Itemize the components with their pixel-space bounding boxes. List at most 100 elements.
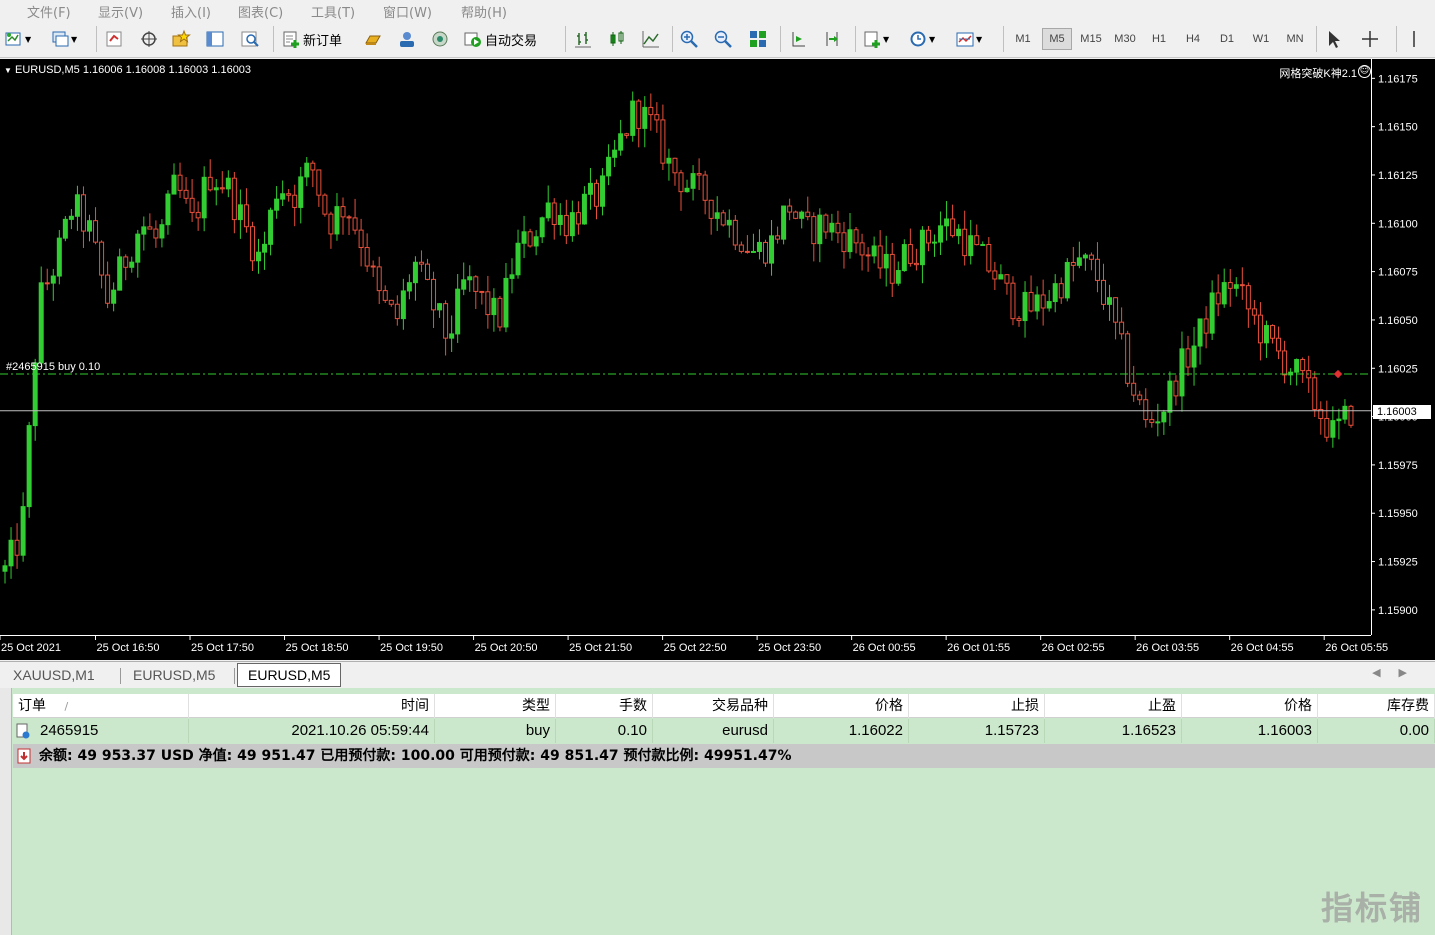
zoom-out-button[interactable] <box>713 27 733 51</box>
templates-button[interactable]: ▼ <box>955 27 982 51</box>
candlestick-button[interactable] <box>607 27 627 51</box>
column-time[interactable]: 时间 <box>189 694 435 718</box>
crosshair-button[interactable] <box>1360 27 1380 51</box>
timeframe-d1[interactable]: D1 <box>1212 28 1242 50</box>
column-open-price[interactable]: 价格 <box>774 694 909 718</box>
chart-area[interactable]: 1.16175 1.16150 1.16125 1.16100 1.16075 1.160… <box>0 59 1435 660</box>
column-lots[interactable]: 手数 <box>556 694 653 718</box>
order-line-label[interactable]: #2465915 buy 0.10 <box>6 361 100 373</box>
chart-menu-triangle-icon[interactable]: ▼ <box>4 66 12 75</box>
tile-windows-button[interactable] <box>748 27 768 51</box>
cell-stop-loss[interactable]: 1.15723 <box>909 719 1045 743</box>
tab-scroll-arrows[interactable]: ◀▶ <box>1372 666 1425 679</box>
terminal-button[interactable] <box>205 27 225 51</box>
column-order[interactable]: 订单 / <box>13 694 189 718</box>
timeframe-m1[interactable]: M1 <box>1008 28 1038 50</box>
column-current-price[interactable]: 价格 <box>1182 694 1318 718</box>
indicators-button[interactable]: ▼ <box>862 27 889 51</box>
balance-summary-row: 余额: 49 953.37 USD 净值: 49 951.47 已用预付款: 1… <box>13 744 1435 768</box>
chart-title: ▼ EURUSD,M5 1.16006 1.16008 1.16003 1.16… <box>4 64 251 76</box>
timeframe-w1[interactable]: W1 <box>1246 28 1276 50</box>
timeframe-m5[interactable]: M5 <box>1042 28 1072 50</box>
candle-body <box>606 156 612 177</box>
tab-xauusd-m1[interactable]: XAUUSD,M1 <box>3 665 105 687</box>
menu-file[interactable]: 文件(F) <box>27 2 71 21</box>
price-tick-label: 1.16025 <box>1378 363 1418 375</box>
candle-body <box>1034 294 1040 312</box>
candle-body <box>340 206 346 218</box>
timeframe-m30[interactable]: M30 <box>1110 28 1140 50</box>
candle-body <box>256 251 261 262</box>
cell-lots: 0.10 <box>556 719 653 743</box>
candle-body <box>660 119 666 164</box>
chart-shift-button[interactable] <box>822 27 842 51</box>
orders-table-header: 订单 / 时间 类型 手数 交易品种 价格 止损 止盈 价格 库存费 <box>13 694 1435 718</box>
timeframe-h1[interactable]: H1 <box>1144 28 1174 50</box>
column-type[interactable]: 类型 <box>435 694 556 718</box>
price-tick-label: 1.15975 <box>1378 460 1418 472</box>
timeframe-mn[interactable]: MN <box>1280 28 1310 50</box>
market-watch-button[interactable] <box>104 27 124 51</box>
candle-body <box>895 270 901 284</box>
tab-eurusd-m5-1[interactable]: EURUSD,M5 <box>123 665 225 687</box>
zoom-in-button[interactable] <box>679 27 699 51</box>
price-tick-label: 1.16150 <box>1378 122 1418 134</box>
periods-button[interactable]: ▼ <box>908 27 935 51</box>
candle-body <box>539 217 545 238</box>
auto-scroll-button[interactable] <box>788 27 808 51</box>
profiles-button[interactable]: ▼ <box>50 27 77 51</box>
strategy-tester-button[interactable] <box>240 27 260 51</box>
column-symbol[interactable]: 交易品种 <box>653 694 774 718</box>
menu-help[interactable]: 帮助(H) <box>461 2 507 21</box>
table-row[interactable]: 2465915 2021.10.26 05:59:44 buy 0.10 eur… <box>13 719 1435 743</box>
candle-body <box>1052 283 1058 303</box>
price-chart[interactable]: 1.16175 1.16150 1.16125 1.16100 1.16075 1.160… <box>0 59 1435 660</box>
menu-view[interactable]: 显示(V) <box>98 2 143 21</box>
vertical-line-button[interactable] <box>1404 27 1424 51</box>
candle-body <box>1076 257 1082 266</box>
candle-body <box>998 274 1004 280</box>
new-chart-button[interactable]: ▼ <box>4 27 31 51</box>
cursor-button[interactable] <box>1324 27 1344 51</box>
column-stop-loss[interactable]: 止损 <box>909 694 1045 718</box>
new-order-button[interactable]: 新订单 <box>281 27 342 51</box>
candle-body <box>87 220 92 232</box>
bar-chart-button[interactable] <box>573 27 593 51</box>
current-price-tag: 1.16003 <box>1373 405 1431 419</box>
smiley-face-icon[interactable]: ☺ <box>1358 65 1371 78</box>
candle-body <box>636 100 642 129</box>
account-button[interactable] <box>397 27 417 51</box>
candle-body <box>159 224 165 239</box>
candle-body <box>841 232 847 253</box>
cell-take-profit[interactable]: 1.16523 <box>1045 719 1182 743</box>
tab-scroll-right-icon[interactable]: ▶ <box>1399 666 1425 679</box>
navigator-button[interactable] <box>171 27 191 51</box>
terminal-side-strip[interactable] <box>0 688 12 935</box>
column-take-profit[interactable]: 止盈 <box>1045 694 1182 718</box>
column-swap[interactable]: 库存费 <box>1318 694 1435 718</box>
gold-button[interactable] <box>363 27 383 51</box>
menu-charts[interactable]: 图表(C) <box>238 2 283 21</box>
time-tick-label: 26 Oct 02:55 <box>1042 642 1105 654</box>
auto-trading-button[interactable]: 自动交易 <box>463 27 537 51</box>
candle-body <box>1294 359 1300 373</box>
candle-body <box>1113 297 1119 323</box>
timeframe-h4[interactable]: H4 <box>1178 28 1208 50</box>
price-tick-label: 1.16100 <box>1378 218 1418 230</box>
candle-body <box>756 241 762 252</box>
cell-time: 2021.10.26 05:59:44 <box>189 719 435 743</box>
time-tick-label: 26 Oct 05:55 <box>1325 642 1388 654</box>
data-window-button[interactable] <box>139 27 159 51</box>
time-tick-label: 26 Oct 00:55 <box>853 642 916 654</box>
menu-tools[interactable]: 工具(T) <box>311 2 355 21</box>
menu-window[interactable]: 窗口(W) <box>383 2 432 21</box>
tab-scroll-left-icon[interactable]: ◀ <box>1372 666 1398 679</box>
menu-insert[interactable]: 插入(I) <box>171 2 211 21</box>
line-chart-button[interactable] <box>641 27 661 51</box>
signals-button[interactable] <box>430 27 450 51</box>
timeframe-m15[interactable]: M15 <box>1076 28 1106 50</box>
candle-body <box>177 174 183 191</box>
tab-eurusd-m5-2[interactable]: EURUSD,M5 <box>237 663 342 687</box>
time-tick-label: 25 Oct 23:50 <box>758 642 821 654</box>
time-tick-label: 26 Oct 04:55 <box>1231 642 1294 654</box>
